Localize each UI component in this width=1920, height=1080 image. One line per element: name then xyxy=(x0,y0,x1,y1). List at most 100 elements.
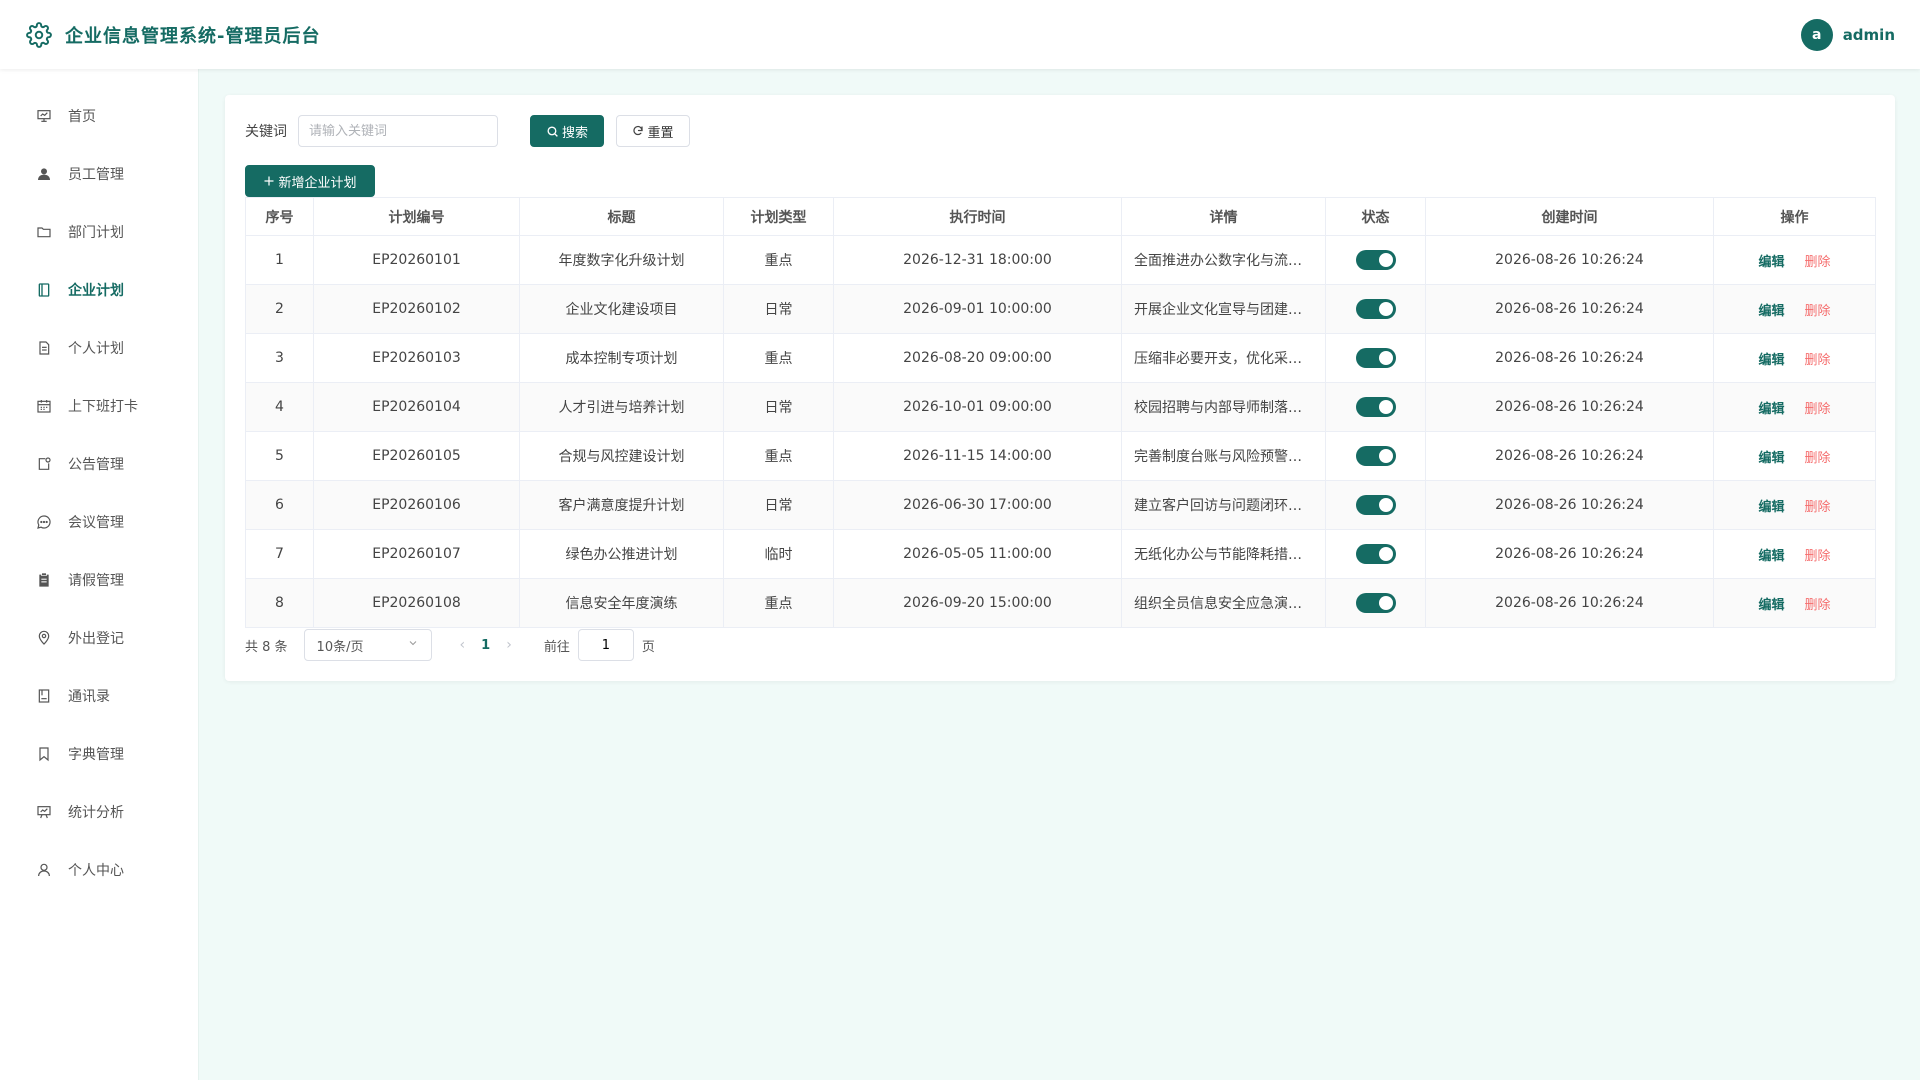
sidebar-item-label: 首页 xyxy=(68,109,96,125)
cell-index: 3 xyxy=(245,333,314,383)
search-button[interactable]: 搜索 xyxy=(530,115,604,147)
cell-detail: 建立客户回访与问题闭环… xyxy=(1121,480,1326,530)
sidebar-item-9[interactable]: 外出登记 xyxy=(0,609,198,667)
total-count: 共 8 条 xyxy=(245,639,288,655)
document-icon xyxy=(34,338,54,358)
user-menu[interactable]: a admin xyxy=(1800,18,1895,51)
sidebar-item-label: 通讯录 xyxy=(68,689,110,705)
cell-exec_time: 2026-11-15 14:00:00 xyxy=(833,431,1122,481)
toggle-knob xyxy=(1378,302,1393,316)
sidebar-item-label: 员工管理 xyxy=(68,167,124,183)
cell-code: EP20260103 xyxy=(313,333,520,383)
status-toggle[interactable] xyxy=(1355,446,1396,466)
column-header: 标题 xyxy=(519,197,724,236)
sidebar-item-7[interactable]: 会议管理 xyxy=(0,493,198,551)
delete-button[interactable]: 删除 xyxy=(1805,304,1831,319)
edit-button[interactable]: 编辑 xyxy=(1758,304,1784,319)
delete-button[interactable]: 删除 xyxy=(1805,500,1831,515)
column-header: 计划类型 xyxy=(723,197,834,236)
cell-title: 合规与风控建设计划 xyxy=(519,431,724,481)
edit-button[interactable]: 编辑 xyxy=(1758,500,1784,515)
sidebar-item-6[interactable]: 公告管理 xyxy=(0,435,198,493)
search-button-label: 搜索 xyxy=(561,125,588,141)
cell-code: EP20260104 xyxy=(313,382,520,432)
sidebar-item-label: 外出登记 xyxy=(68,631,124,647)
prev-page-icon[interactable]: ‹ xyxy=(460,637,466,653)
sidebar-item-5[interactable]: 上下班打卡 xyxy=(0,377,198,435)
status-toggle[interactable] xyxy=(1355,495,1396,515)
edit-button[interactable]: 编辑 xyxy=(1758,402,1784,417)
sidebar-item-label: 个人中心 xyxy=(68,863,124,879)
cell-exec_time: 2026-09-20 15:00:00 xyxy=(833,578,1122,628)
cell-title: 年度数字化升级计划 xyxy=(519,235,724,285)
cell-actions: 编辑 删除 xyxy=(1713,333,1876,383)
cell-status xyxy=(1325,431,1426,481)
sidebar-item-0[interactable]: 首页 xyxy=(0,87,198,145)
cell-type: 重点 xyxy=(723,431,834,481)
clipboard-icon xyxy=(34,570,54,590)
avatar[interactable]: a xyxy=(1800,18,1833,51)
sidebar-item-10[interactable]: 通讯录 xyxy=(0,667,198,725)
delete-button[interactable]: 删除 xyxy=(1805,402,1831,417)
cell-created: 2026-08-26 10:26:24 xyxy=(1425,235,1714,285)
status-toggle[interactable] xyxy=(1355,397,1396,417)
keyword-input[interactable] xyxy=(298,115,498,147)
edit-button[interactable]: 编辑 xyxy=(1758,598,1784,613)
edit-button[interactable]: 编辑 xyxy=(1758,451,1784,466)
cell-exec_time: 2026-05-05 11:00:00 xyxy=(833,529,1122,579)
status-toggle[interactable] xyxy=(1355,593,1396,613)
cell-actions: 编辑 删除 xyxy=(1713,529,1876,579)
cell-status xyxy=(1325,333,1426,383)
edit-button[interactable]: 编辑 xyxy=(1758,549,1784,564)
status-toggle[interactable] xyxy=(1355,544,1396,564)
status-toggle[interactable] xyxy=(1355,299,1396,319)
sidebar-item-2[interactable]: 部门计划 xyxy=(0,203,198,261)
delete-button[interactable]: 删除 xyxy=(1805,598,1831,613)
sidebar-item-11[interactable]: 字典管理 xyxy=(0,725,198,783)
sidebar-item-4[interactable]: 个人计划 xyxy=(0,319,198,377)
table-body: 1 EP20260101 年度数字化升级计划 重点 2026-12-31 18:00:0… xyxy=(245,235,1876,628)
sidebar-item-12[interactable]: 统计分析 xyxy=(0,783,198,841)
column-header: 序号 xyxy=(245,197,314,236)
cell-actions: 编辑 删除 xyxy=(1713,431,1876,481)
reset-button[interactable]: 重置 xyxy=(616,115,690,147)
next-page-icon[interactable]: › xyxy=(506,637,512,653)
page-number-current[interactable]: 1 xyxy=(481,638,490,653)
sidebar-item-label: 字典管理 xyxy=(68,747,124,763)
cell-exec_time: 2026-09-01 10:00:00 xyxy=(833,284,1122,334)
status-toggle[interactable] xyxy=(1355,348,1396,368)
toggle-knob xyxy=(1378,449,1393,463)
sidebar-item-3[interactable]: 企业计划 xyxy=(0,261,198,319)
edit-button[interactable]: 编辑 xyxy=(1758,353,1784,368)
edit-button[interactable]: 编辑 xyxy=(1758,255,1784,270)
username[interactable]: admin xyxy=(1843,26,1895,44)
page-size-select[interactable]: 10条/页 xyxy=(303,629,432,661)
cell-title: 人才引进与培养计划 xyxy=(519,382,724,432)
cell-index: 6 xyxy=(245,480,314,530)
column-header: 创建时间 xyxy=(1425,197,1714,236)
sidebar-item-1[interactable]: 员工管理 xyxy=(0,145,198,203)
cell-exec_time: 2026-12-31 18:00:00 xyxy=(833,235,1122,285)
sidebar-item-label: 公告管理 xyxy=(68,457,124,473)
cell-type: 日常 xyxy=(723,480,834,530)
main-card: 关键词 搜索 重置 新增企业计划 序号计划编号标题计划类型 xyxy=(225,95,1895,681)
gear-icon xyxy=(25,21,53,49)
cell-title: 企业文化建设项目 xyxy=(519,284,724,334)
cell-created: 2026-08-26 10:26:24 xyxy=(1425,480,1714,530)
cell-status xyxy=(1325,578,1426,628)
goto-page-input[interactable] xyxy=(577,629,634,661)
add-plan-button[interactable]: 新增企业计划 xyxy=(245,165,375,197)
status-toggle[interactable] xyxy=(1355,250,1396,270)
contact-book-icon xyxy=(34,686,54,706)
sidebar-item-13[interactable]: 个人中心 xyxy=(0,841,198,899)
delete-button[interactable]: 删除 xyxy=(1805,451,1831,466)
cell-type: 日常 xyxy=(723,382,834,432)
delete-button[interactable]: 删除 xyxy=(1805,549,1831,564)
sidebar-item-label: 请假管理 xyxy=(68,573,124,589)
sidebar-item-8[interactable]: 请假管理 xyxy=(0,551,198,609)
cell-detail: 无纸化办公与节能降耗措… xyxy=(1121,529,1326,579)
delete-button[interactable]: 删除 xyxy=(1805,353,1831,368)
delete-button[interactable]: 删除 xyxy=(1805,255,1831,270)
cell-created: 2026-08-26 10:26:24 xyxy=(1425,431,1714,481)
folder-icon xyxy=(34,222,54,242)
